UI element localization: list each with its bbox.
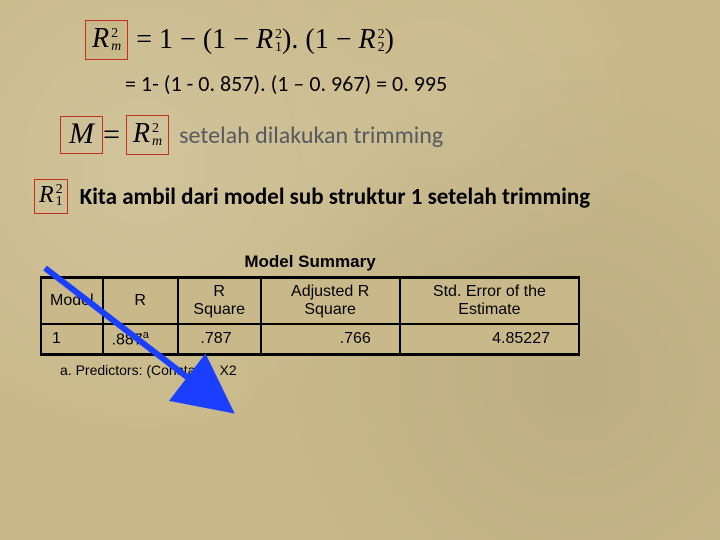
- model-summary-block: Model Summary Model R R Square Adjusted …: [40, 252, 690, 378]
- m-rhs-box: R2m: [126, 115, 169, 155]
- subscript: 1: [56, 196, 63, 209]
- cell-r: .887a: [103, 324, 178, 355]
- m-lhs-box: M: [60, 116, 103, 154]
- superscript-a: a: [143, 329, 149, 341]
- var-R: R: [133, 118, 150, 149]
- col-model: Model: [41, 278, 103, 325]
- formula-rm-squared: R2m = 1 − (1 − R21). (1 − R22): [85, 20, 690, 60]
- slide: R2m = 1 − (1 − R21). (1 − R22) = 1- (1 -…: [0, 0, 720, 540]
- subsup: 2m: [152, 123, 162, 148]
- table-header-row: Model R R Square Adjusted R Square Std. …: [41, 278, 579, 325]
- col-stderr: Std. Error of the Estimate: [400, 278, 579, 325]
- col-r: R: [103, 278, 178, 325]
- cell-rsq: .787: [178, 324, 261, 355]
- subsup: 21: [56, 184, 63, 209]
- formula-rhs: = 1 − (1 − R21). (1 − R22): [136, 24, 394, 56]
- model-summary-table: Model R R Square Adjusted R Square Std. …: [40, 276, 580, 356]
- table-footnote: a. Predictors: (Constant), X2: [60, 362, 690, 378]
- cell-adjrsq: .766: [261, 324, 400, 355]
- var-R: R: [39, 182, 54, 208]
- r1-statement-row: R21 Kita ambil dari model sub struktur 1…: [34, 179, 690, 214]
- m-trailing-text: setelah dilakukan trimming: [179, 121, 443, 150]
- col-adjrsq: Adjusted R Square: [261, 278, 400, 325]
- numeric-substitution: = 1- (1 - 0. 857). (1 – 0. 967) = 0. 995: [125, 70, 690, 97]
- var-R: R: [92, 23, 109, 54]
- subsup: 2m: [111, 28, 121, 53]
- cell-model: 1: [41, 324, 103, 355]
- cell-stderr: 4.85227: [400, 324, 579, 355]
- table-row: 1 .887a .787 .766 4.85227: [41, 324, 579, 355]
- formula-m: M = R2m setelah dilakukan trimming: [60, 115, 690, 155]
- table-title: Model Summary: [40, 252, 580, 272]
- equals: =: [103, 118, 120, 152]
- col-rsq: R Square: [178, 278, 261, 325]
- formula-lhs-box: R2m: [85, 20, 128, 60]
- statement-text: Kita ambil dari model sub struktur 1 set…: [80, 183, 590, 211]
- subscript: m: [152, 136, 162, 149]
- r1-box: R21: [34, 179, 68, 214]
- subscript: m: [111, 41, 121, 54]
